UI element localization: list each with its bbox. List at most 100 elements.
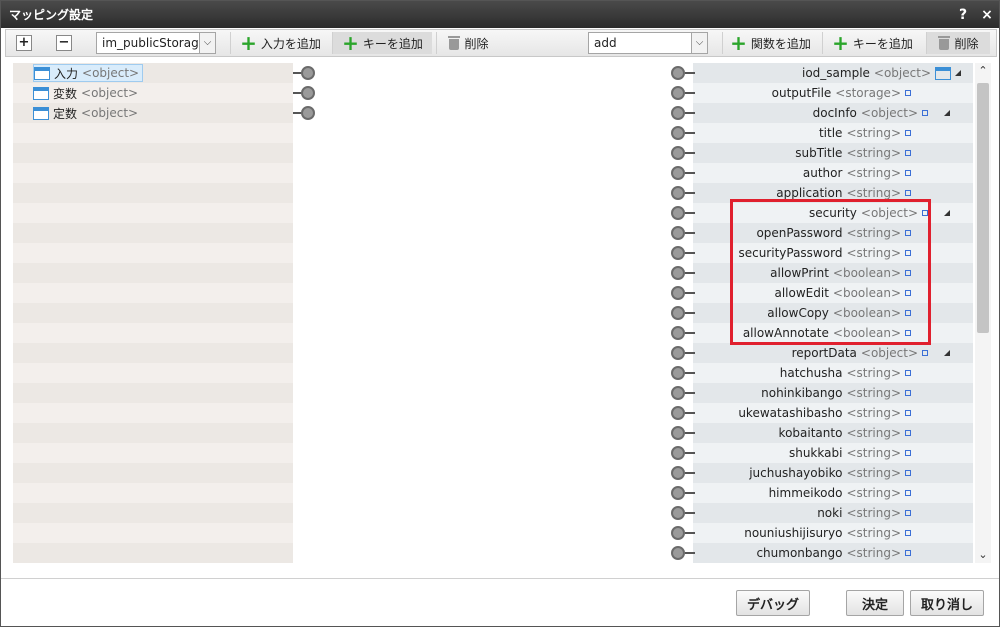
- vertical-scrollbar[interactable]: ⌃ ⌄: [975, 63, 991, 563]
- output-connector[interactable]: [671, 386, 685, 400]
- output-tree-node[interactable]: securityPassword <string>: [693, 243, 911, 263]
- delete-left-button[interactable]: 削除: [436, 32, 500, 54]
- ok-button[interactable]: 決定: [846, 590, 904, 616]
- node-marker-icon: [905, 510, 911, 516]
- close-button[interactable]: ×: [975, 7, 999, 23]
- scroll-down-icon[interactable]: ⌄: [975, 547, 991, 563]
- output-connector[interactable]: [671, 106, 685, 120]
- object-icon: [935, 66, 951, 80]
- help-button[interactable]: ?: [951, 7, 975, 23]
- row-stripe: [13, 383, 293, 403]
- output-tree-node[interactable]: docInfo <object>: [693, 103, 950, 123]
- output-connector[interactable]: [671, 86, 685, 100]
- output-connector[interactable]: [671, 506, 685, 520]
- constant-tree-node[interactable]: 定数 <object>: [33, 104, 141, 122]
- output-tree-node[interactable]: title <string>: [693, 123, 911, 143]
- output-connector[interactable]: [671, 466, 685, 480]
- output-connector[interactable]: [671, 446, 685, 460]
- output-tree-node[interactable]: nouniushijisuryo <string>: [693, 523, 911, 543]
- node-marker-icon: [905, 470, 911, 476]
- function-select[interactable]: add ⌵: [588, 32, 708, 54]
- variable-tree-node[interactable]: 変数 <object>: [33, 84, 141, 102]
- output-tree-node[interactable]: chumonbango <string>: [693, 543, 911, 563]
- add-input-button[interactable]: + 入力を追加: [230, 32, 330, 54]
- expand-toggle-icon[interactable]: [944, 210, 950, 216]
- input-connector[interactable]: [301, 86, 315, 100]
- node-name: himmeikodo: [768, 486, 843, 500]
- left-storage-select[interactable]: im_publicStorage ⌵: [96, 32, 216, 54]
- expand-all-button[interactable]: +: [14, 32, 34, 54]
- output-tree-node[interactable]: kobaitanto <string>: [693, 423, 911, 443]
- output-connector[interactable]: [671, 126, 685, 140]
- add-key-left-button[interactable]: + キーを追加: [332, 32, 432, 54]
- node-type: <string>: [846, 386, 901, 400]
- output-tree-node[interactable]: allowPrint <boolean>: [693, 263, 911, 283]
- output-tree-node[interactable]: security <object>: [693, 203, 950, 223]
- node-marker-icon: [905, 290, 911, 296]
- output-connector[interactable]: [671, 426, 685, 440]
- output-connector[interactable]: [671, 306, 685, 320]
- output-connector[interactable]: [671, 486, 685, 500]
- scrollbar-thumb[interactable]: [977, 83, 989, 333]
- output-tree-node[interactable]: outputFile <storage>: [693, 83, 911, 103]
- output-tree-node[interactable]: iod_sample <object>: [693, 63, 961, 83]
- output-connector[interactable]: [671, 366, 685, 380]
- collapse-all-button[interactable]: −: [54, 32, 74, 54]
- output-tree-node[interactable]: juchushayobiko <string>: [693, 463, 911, 483]
- output-tree-node[interactable]: ukewatashibasho <string>: [693, 403, 911, 423]
- add-function-button[interactable]: + 関数を追加: [722, 32, 818, 54]
- add-icon: +: [730, 31, 747, 55]
- output-tree-node[interactable]: application <string>: [693, 183, 911, 203]
- node-marker-icon: [922, 350, 928, 356]
- cancel-button[interactable]: 取り消し: [910, 590, 984, 616]
- output-connector[interactable]: [671, 166, 685, 180]
- add-icon: +: [832, 31, 849, 55]
- output-connector[interactable]: [671, 66, 685, 80]
- output-tree-node[interactable]: subTitle <string>: [693, 143, 911, 163]
- output-tree-node[interactable]: nohinkibango <string>: [693, 383, 911, 403]
- input-tree-node[interactable]: 入力 <object>: [33, 64, 144, 82]
- output-connector[interactable]: [671, 206, 685, 220]
- output-connector[interactable]: [671, 146, 685, 160]
- output-connector[interactable]: [671, 526, 685, 540]
- delete-right-button[interactable]: 削除: [926, 32, 990, 54]
- output-connector[interactable]: [671, 266, 685, 280]
- debug-button[interactable]: デバッグ: [736, 590, 810, 616]
- output-tree-node[interactable]: openPassword <string>: [693, 223, 911, 243]
- expand-toggle-icon[interactable]: [944, 110, 950, 116]
- output-connector[interactable]: [671, 226, 685, 240]
- node-name: nohinkibango: [761, 386, 843, 400]
- object-icon: [34, 66, 50, 80]
- expand-toggle-icon[interactable]: [955, 70, 961, 76]
- output-connector[interactable]: [671, 286, 685, 300]
- output-tree-node[interactable]: shukkabi <string>: [693, 443, 911, 463]
- output-connector[interactable]: [671, 546, 685, 560]
- row-stripe: [13, 483, 293, 503]
- node-marker-icon: [905, 370, 911, 376]
- node-marker-icon: [905, 250, 911, 256]
- output-tree-node[interactable]: allowCopy <boolean>: [693, 303, 911, 323]
- scroll-up-icon[interactable]: ⌃: [975, 63, 991, 79]
- row-stripe: [13, 543, 293, 563]
- output-tree-node[interactable]: allowAnnotate <boolean>: [693, 323, 911, 343]
- output-connector[interactable]: [671, 406, 685, 420]
- node-type: <boolean>: [832, 266, 901, 280]
- output-connector[interactable]: [671, 186, 685, 200]
- input-connector[interactable]: [301, 66, 315, 80]
- trash-icon: [448, 36, 461, 50]
- output-tree-node[interactable]: noki <string>: [693, 503, 911, 523]
- output-connector[interactable]: [671, 346, 685, 360]
- add-key-right-button[interactable]: + キーを追加: [822, 32, 922, 54]
- output-tree-node[interactable]: himmeikodo <string>: [693, 483, 911, 503]
- input-connector[interactable]: [301, 106, 315, 120]
- output-tree-node[interactable]: allowEdit <boolean>: [693, 283, 911, 303]
- output-tree-node[interactable]: hatchusha <string>: [693, 363, 911, 383]
- row-stripe: [13, 243, 293, 263]
- node-marker-icon: [905, 450, 911, 456]
- output-connector[interactable]: [671, 326, 685, 340]
- expand-toggle-icon[interactable]: [944, 350, 950, 356]
- node-marker-icon: [905, 550, 911, 556]
- output-tree-node[interactable]: reportData <object>: [693, 343, 950, 363]
- output-tree-node[interactable]: author <string>: [693, 163, 911, 183]
- output-connector[interactable]: [671, 246, 685, 260]
